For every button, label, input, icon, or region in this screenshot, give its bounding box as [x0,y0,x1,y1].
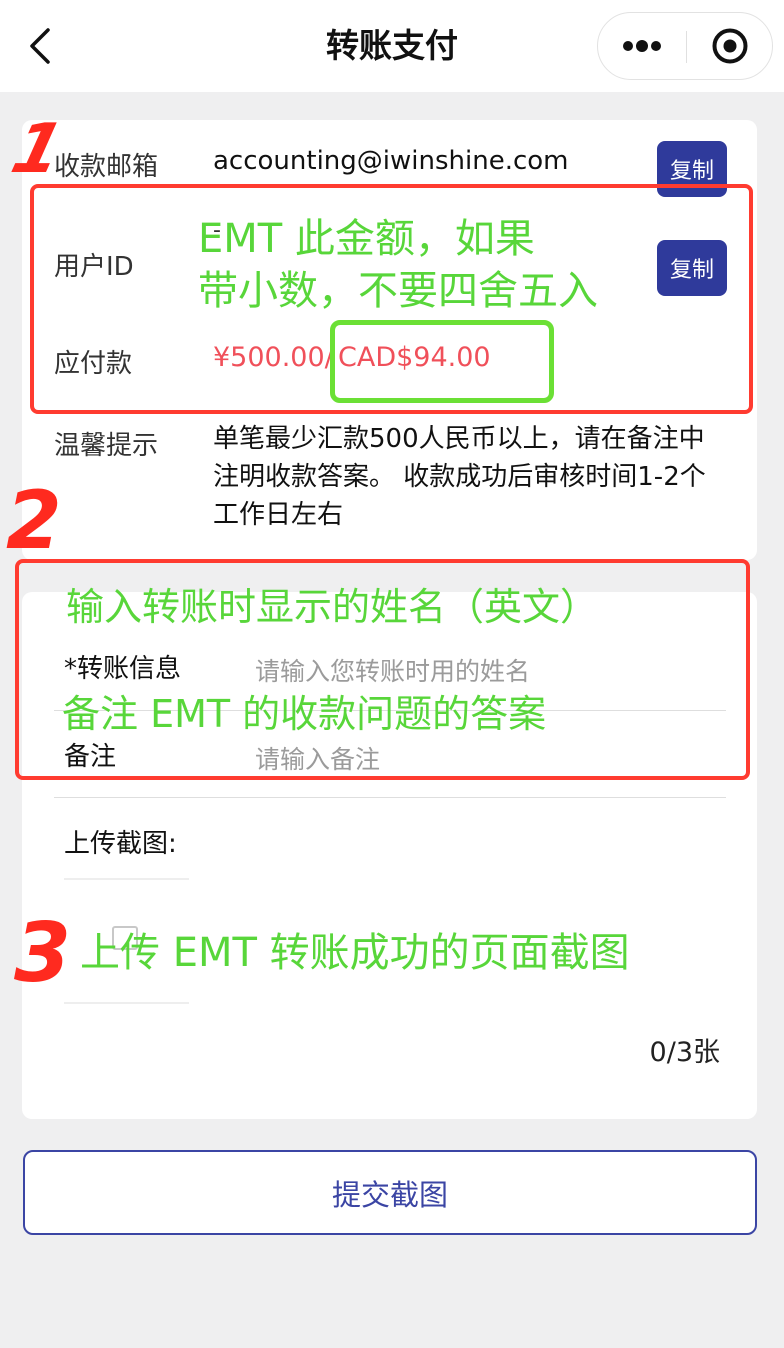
tip-text: 单笔最少汇款500人民币以上，请在备注中注明收款答案。 收款成功后审核时间1-2… [213,424,706,530]
annotation-note-name: 输入转账时显示的姓名（英文） [66,585,599,629]
upload-count: 0/3张 [649,1037,720,1068]
annotation-box-amount [330,320,554,403]
close-button[interactable] [687,13,773,79]
annotation-note-upload: 上传 EMT 转账成功的页面截图 [80,930,630,976]
email-value: accounting@iwinshine.com [213,146,569,176]
more-dots-icon [623,40,661,52]
submit-screenshot-button[interactable]: 提交截图 [23,1150,757,1235]
mini-program-capsule [597,12,773,80]
annotation-step-3: 3 [14,906,72,1001]
field-divider [54,797,726,798]
annotation-note-line2: 带小数，不要四舍五入 [198,268,598,314]
target-close-icon [712,28,748,64]
email-label: 收款邮箱 [54,152,159,182]
annotation-note-line1: EMT 此金额，如果 [198,216,535,262]
upload-label: 上传截图: [64,829,177,859]
annotation-note-remark: 备注 EMT 的收款问题的答案 [62,692,547,736]
tip-label: 温馨提示 [54,431,159,461]
more-button[interactable] [598,13,686,79]
annotation-step-2: 2 [6,474,62,567]
navigation-bar: 转账支付 [0,0,784,92]
